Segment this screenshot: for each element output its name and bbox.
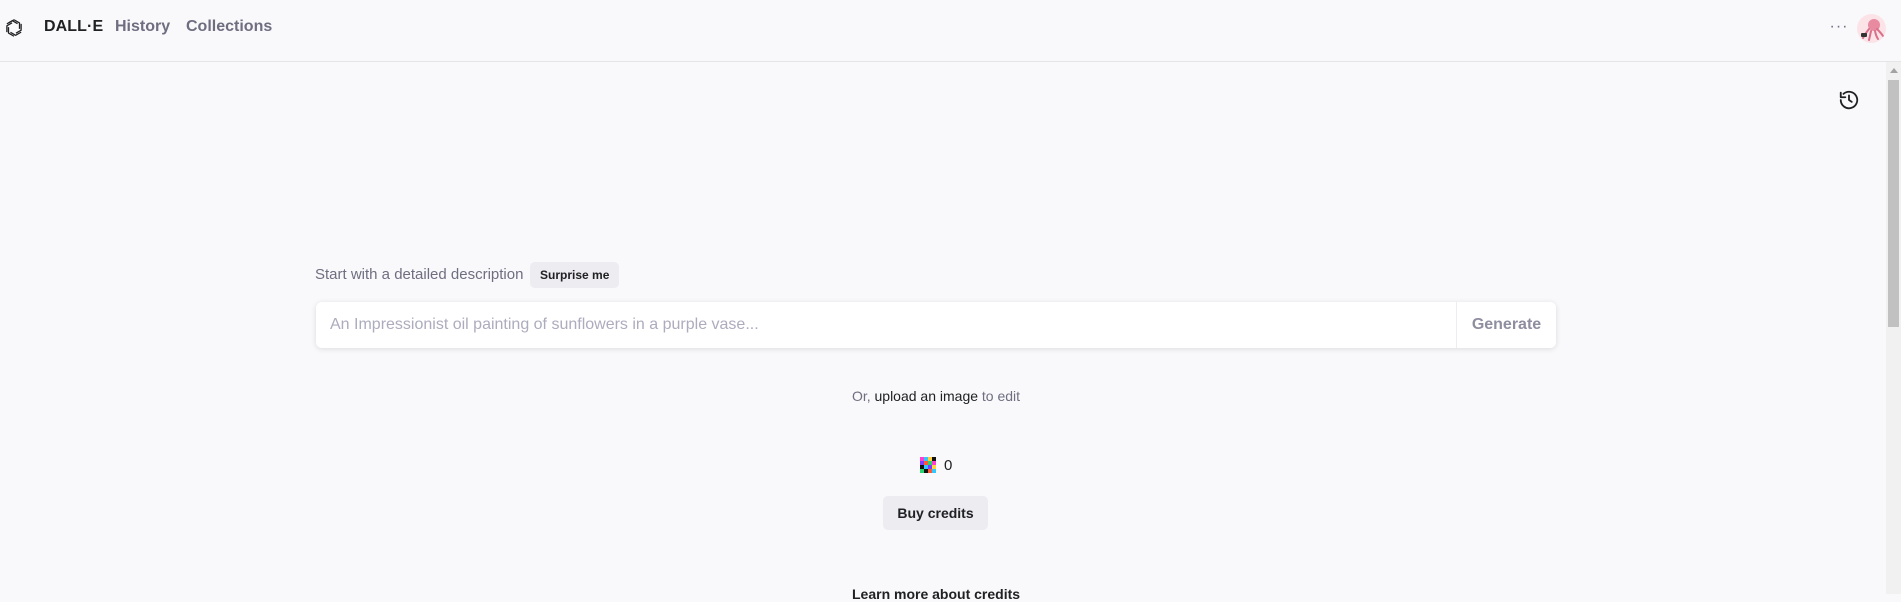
history-icon[interactable]: [1838, 89, 1860, 111]
buy-credits-button[interactable]: Buy credits: [883, 496, 988, 530]
generate-button[interactable]: Generate: [1456, 302, 1556, 348]
user-avatar[interactable]: [1857, 14, 1886, 43]
brand-title[interactable]: DALL·E: [44, 18, 103, 36]
prompt-label: Start with a detailed description: [315, 266, 524, 283]
prompt-input[interactable]: [316, 302, 1456, 348]
scroll-up-arrow-icon[interactable]: [1890, 68, 1898, 73]
ellipsis-icon[interactable]: ···: [1828, 16, 1850, 38]
surprise-me-button[interactable]: Surprise me: [530, 262, 620, 288]
nav-history[interactable]: History: [115, 18, 170, 36]
upload-image-link[interactable]: upload an image: [875, 388, 979, 404]
scroll-thumb[interactable]: [1888, 80, 1899, 327]
top-nav-bar: DALL·E History Collections ···: [0, 0, 1901, 62]
openai-logo-icon[interactable]: [3, 17, 25, 39]
avatar-image-icon: [1861, 19, 1884, 41]
prompt-box: Generate: [316, 302, 1556, 348]
page-scrollbar[interactable]: [1886, 62, 1901, 594]
credits-icon: [920, 457, 936, 473]
credits-count: 0: [944, 456, 953, 474]
nav-collections[interactable]: Collections: [186, 18, 272, 36]
upload-prefix: Or,: [851, 388, 871, 404]
learn-more-credits-link[interactable]: Learn more about credits: [852, 586, 1020, 602]
upload-suffix: to edit: [981, 388, 1021, 404]
credits-row: 0: [920, 456, 952, 474]
upload-line: Or, upload an image to edit: [0, 388, 1872, 404]
